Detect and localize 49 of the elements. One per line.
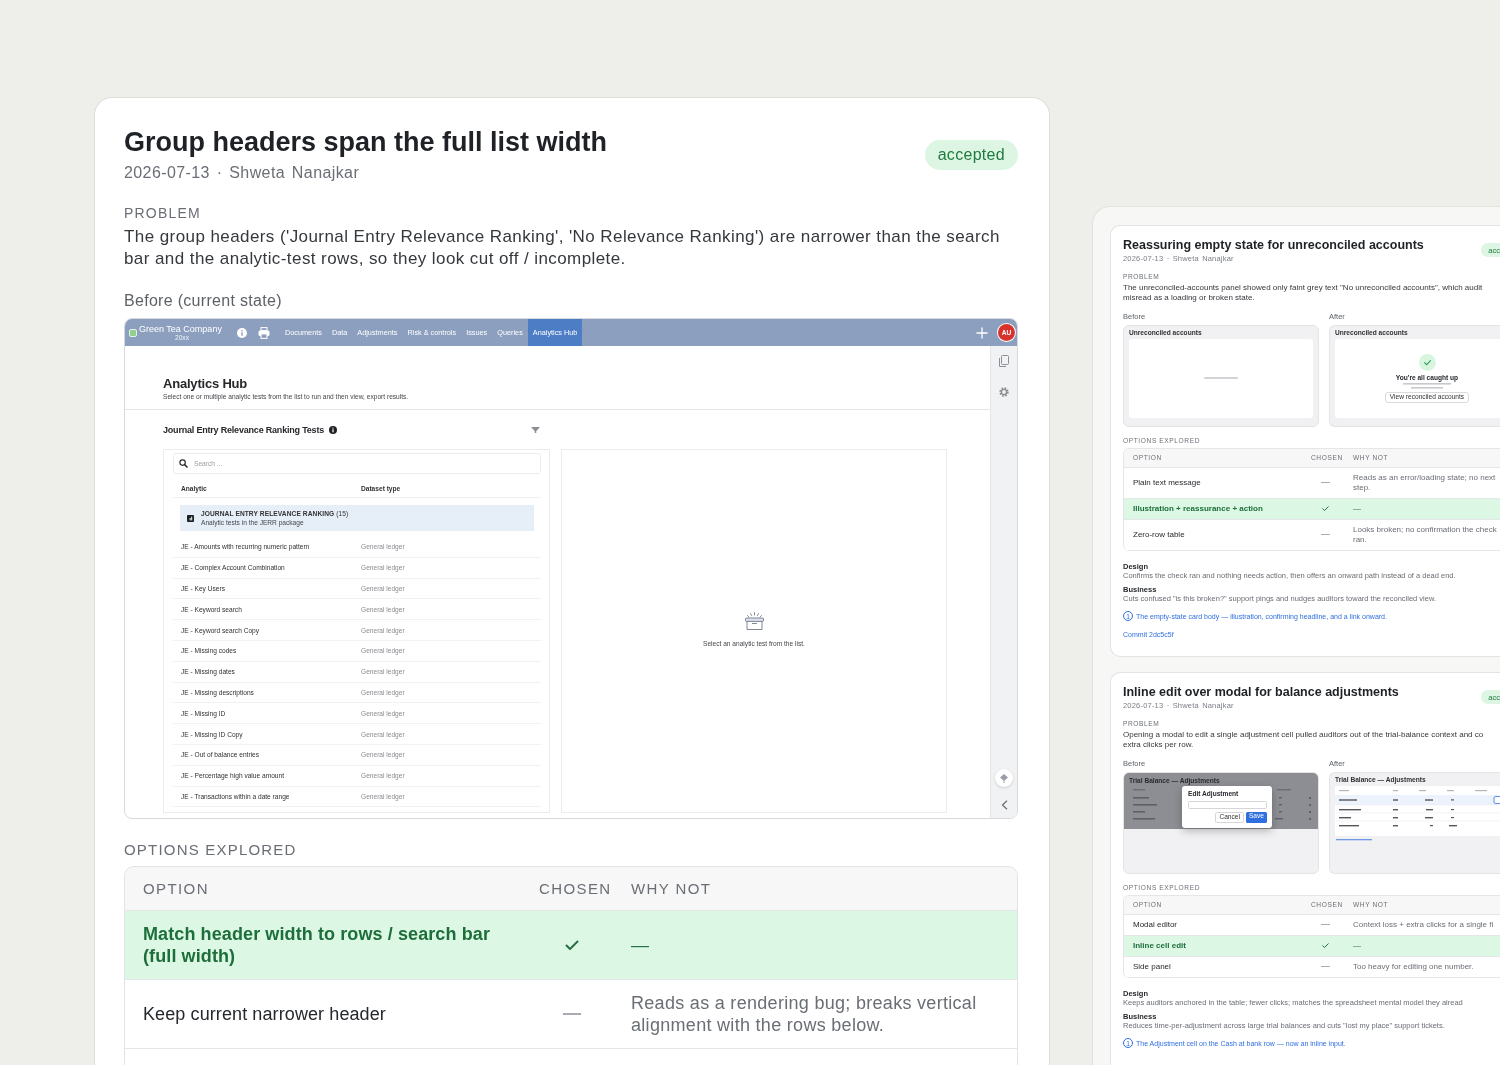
info-icon[interactable]	[329, 426, 337, 434]
pin-button[interactable]	[995, 769, 1013, 787]
column-header: WHY NOT	[630, 880, 713, 897]
empty-box-icon	[743, 612, 765, 631]
search-icon	[179, 459, 188, 468]
printer-icon[interactable]	[258, 326, 270, 339]
input-field[interactable]	[1493, 795, 1500, 804]
problem-text: The unreconciled-accounts panel showed only faint grey text "No unreconciled accounts", which audit misread as a loading or broken state.	[1123, 282, 1484, 303]
option-name: Plain text message	[1132, 477, 1202, 488]
plus-icon[interactable]	[976, 326, 988, 339]
column-header: CHOSEN	[538, 880, 613, 897]
pin-icon	[1000, 773, 1008, 783]
page-title: Analytics Hub	[163, 376, 249, 392]
why-not-text: Context loss + extra clicks for a single fi	[1352, 919, 1495, 930]
faint-text-drawing	[1403, 382, 1451, 389]
logo-icon	[129, 328, 137, 337]
status-badge: accepted	[924, 140, 1018, 170]
problem-text: The group headers ('Journal Entry Relevance Ranking', 'No Relevance Ranking') are narrower than the search bar and the analytic-test rows, so they look cut off / incomplete.	[124, 226, 1001, 270]
column-header: OPTION	[142, 880, 210, 897]
option-name: Side panel	[1132, 961, 1172, 972]
why-not-text: Looks broken; no confirmation the check ran.	[1352, 524, 1498, 545]
check-circle-icon	[1418, 353, 1436, 371]
before-label: Before (current state)	[124, 291, 283, 311]
section-label: OPTIONS EXPLORED	[124, 841, 298, 859]
decision-title: Inline edit over modal for balance adjustments	[1123, 685, 1399, 700]
decision-title: Reassuring empty state for unreconciled accounts	[1123, 238, 1424, 253]
why-not-text: —	[1352, 503, 1362, 514]
why-not-text: —	[1352, 940, 1362, 951]
section-title: Journal Entry Relevance Ranking Tests	[163, 425, 324, 435]
option-name: Modal editor	[1132, 919, 1179, 930]
option-name: Inline cell edit	[1132, 940, 1187, 951]
why-not-text: Reads as an error/loading state; no next step.	[1352, 472, 1497, 493]
chevron-left-icon[interactable]	[1000, 800, 1008, 810]
option-name: Illustration + reassurance + action	[1132, 503, 1264, 514]
why-not-text: —	[630, 934, 651, 956]
decision-title: Group headers span the full list width	[124, 126, 608, 158]
problem-text: Opening a modal to edit a single adjustment cell pulled auditors out of the trial-balance context and co extra clicks per row.	[1123, 729, 1485, 750]
company-name: Green Tea Company	[139, 324, 222, 334]
option-name: Keep current narrower header	[142, 1003, 387, 1025]
option-name: Zero-row table	[1132, 529, 1186, 540]
settings-icon[interactable]	[999, 387, 1009, 397]
decision-byline: 2026-07-13 · Shweta Nanajkar	[124, 163, 361, 183]
why-not-text: Reads as a rendering bug; breaks vertical alignment with the rows below.	[630, 992, 978, 1036]
copy-icon[interactable]	[999, 355, 1009, 367]
section-label: PROBLEM	[124, 204, 202, 222]
group-icon	[187, 514, 194, 522]
filter-icon[interactable]	[531, 427, 540, 433]
option-name: Match header width to rows / search bar (full width)	[142, 923, 491, 967]
why-not-text: Too heavy for editing one number.	[1352, 961, 1475, 972]
